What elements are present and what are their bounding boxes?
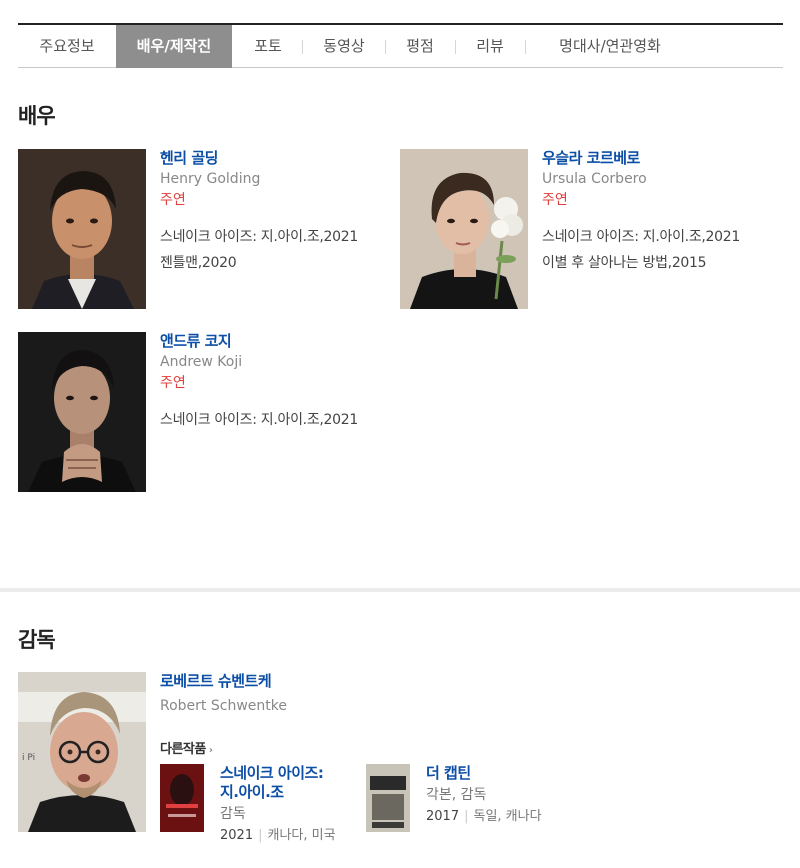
section-title-director: 감독 (18, 628, 56, 652)
film-credit: 감독 (220, 806, 246, 822)
film-meta: 2021 | 캐나다, 미국 (220, 825, 370, 846)
actor-work-item[interactable]: 스네이크 아이즈: 지.아이.조,2021 (542, 224, 772, 250)
film-year: 2021 (220, 828, 254, 843)
actor-card: 헨리 골딩 Henry Golding 주연 스네이크 아이즈: 지.아이.조,… (18, 149, 388, 309)
film-year: 2017 (426, 809, 460, 824)
chevron-right-icon: › (208, 745, 213, 756)
actor-photo[interactable] (400, 149, 528, 309)
svg-text:i Pi: i Pi (22, 753, 35, 763)
tab-main-info[interactable]: 주요정보 (18, 25, 116, 68)
actor-card: 앤드류 코지 Andrew Koji 주연 스네이크 아이즈: 지.아이.조,2… (18, 332, 388, 492)
actor-photo[interactable] (18, 332, 146, 492)
tab-bar: 주요정보 배우/제작진 포토 동영상 평점 리뷰 명대사/연관영화 (18, 23, 783, 68)
director-photo[interactable]: i Pi (18, 672, 146, 832)
film-poster[interactable] (160, 764, 204, 832)
tab-photo[interactable]: 포토 (240, 25, 296, 68)
actor-role: 주연 (542, 192, 568, 208)
tab-separator (525, 40, 526, 54)
director-name-ko[interactable]: 로베르트 슈벤트케 (160, 672, 287, 691)
actor-work-item[interactable]: 스네이크 아이즈: 지.아이.조,2021 (160, 224, 390, 250)
film-title[interactable]: 스네이크 아이즈: (220, 764, 370, 783)
film-item: 더 캡틴 각본, 감독 2017 | 독일, 캐나다 (366, 764, 566, 836)
tab-review[interactable]: 리뷰 (460, 25, 520, 68)
actor-work-item[interactable]: 스네이크 아이즈: 지.아이.조,2021 (160, 407, 390, 433)
other-works-label: 다른작품 (160, 742, 206, 757)
actor-name-ko[interactable]: 헨리 골딩 (160, 149, 390, 168)
tab-separator (385, 40, 386, 54)
actor-role: 주연 (160, 192, 186, 208)
film-title[interactable]: 더 캡틴 (426, 764, 576, 783)
tab-separator (455, 40, 456, 54)
tab-cast-crew[interactable]: 배우/제작진 (116, 25, 232, 68)
meta-separator: | (258, 828, 263, 843)
actor-name-en: Andrew Koji (160, 354, 243, 370)
actor-photo[interactable] (18, 149, 146, 309)
section-divider (0, 588, 800, 592)
director-name-en: Robert Schwentke (160, 698, 287, 714)
actor-name-ko[interactable]: 앤드류 코지 (160, 332, 390, 351)
director-card: i Pi 로베르트 슈벤트케 Robert Schwentke 다른작품 › 스… (18, 672, 783, 843)
actor-work-item[interactable]: 젠틀맨,2020 (160, 250, 390, 276)
film-country: 독일, 캐나다 (473, 809, 542, 824)
tab-separator (302, 40, 303, 54)
tab-quotes-related[interactable]: 명대사/연관영화 (530, 25, 690, 68)
other-works-link[interactable]: 다른작품 › (160, 738, 213, 757)
film-title[interactable]: 지.아이.조 (220, 783, 370, 802)
actor-name-en: Ursula Corbero (542, 171, 647, 187)
section-title-actors: 배우 (18, 104, 56, 128)
tab-rating[interactable]: 평점 (390, 25, 450, 68)
film-meta: 2017 | 독일, 캐나다 (426, 806, 576, 827)
film-credit: 각본, 감독 (426, 787, 487, 803)
film-poster[interactable] (366, 764, 410, 832)
meta-separator: | (464, 809, 469, 824)
actor-work-item[interactable]: 이별 후 살아나는 방법,2015 (542, 250, 772, 276)
tab-video[interactable]: 동영상 (308, 25, 380, 68)
actor-name-en: Henry Golding (160, 171, 261, 187)
actor-role: 주연 (160, 375, 186, 391)
actor-name-ko[interactable]: 우슬라 코르베로 (542, 149, 772, 168)
actor-card: 우슬라 코르베로 Ursula Corbero 주연 스네이크 아이즈: 지.아… (400, 149, 770, 309)
film-country: 캐나다, 미국 (267, 828, 336, 843)
film-item: 스네이크 아이즈: 지.아이.조 감독 2021 | 캐나다, 미국 (160, 764, 360, 843)
